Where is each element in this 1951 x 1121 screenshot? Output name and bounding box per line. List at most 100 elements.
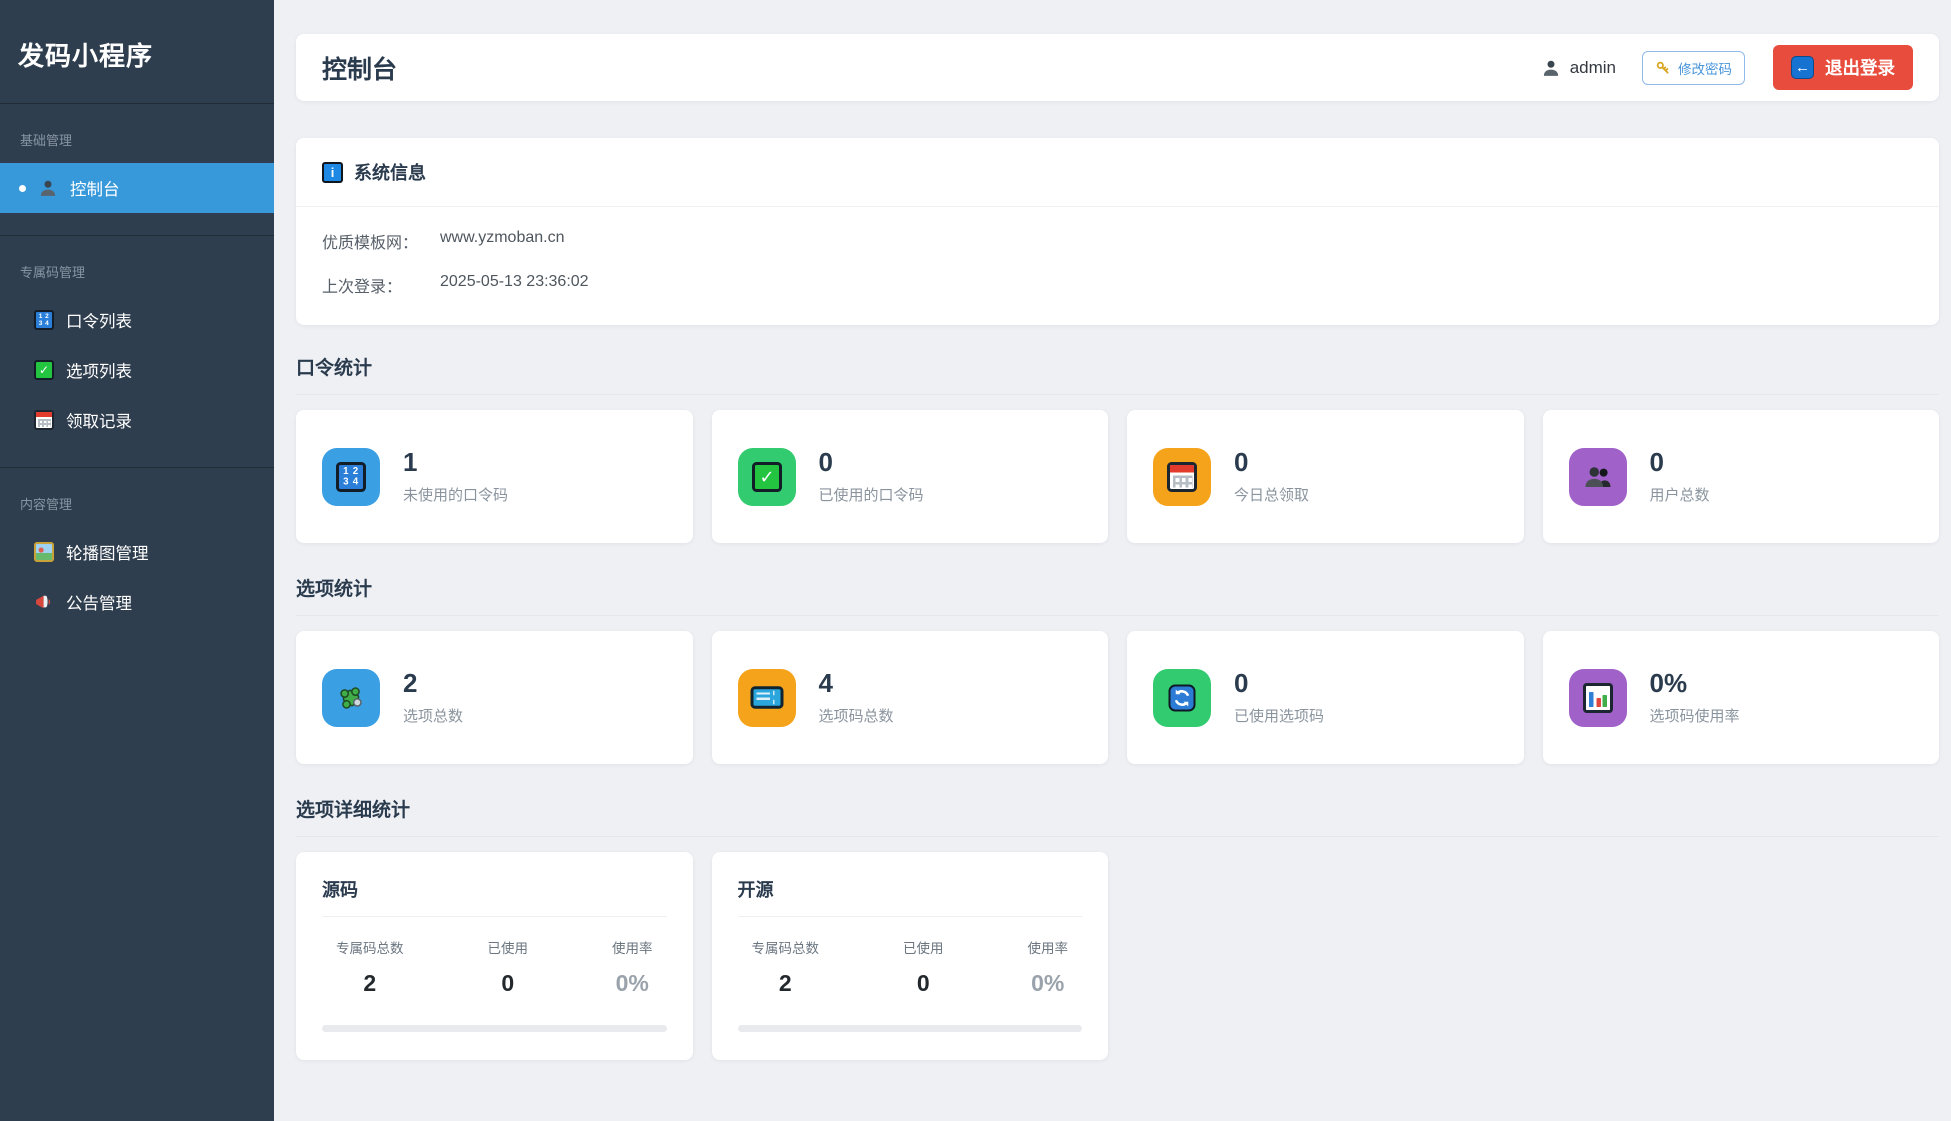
detail-col-value: 0% (615, 970, 649, 996)
sidebar-item-label: 口令列表 (66, 313, 132, 331)
detail-columns: 专属码总数 2 已使用 0 使用率 0% (738, 937, 1083, 997)
left-arrow-icon: ← (1791, 56, 1814, 79)
detail-col-label: 使用率 (1027, 941, 1069, 956)
section-heading-option-detail: 选项详细统计 (296, 795, 1939, 837)
sidebar-group-label: 基础管理 (20, 133, 73, 148)
system-info-card: i 系统信息 优质模板网： www.yzmoban.cn 上次登录： 2025-… (296, 138, 1939, 325)
sidebar-item-label: 领取记录 (66, 413, 132, 431)
app-title: 发码小程序 (18, 41, 154, 71)
detail-col-value: 0% (1031, 970, 1065, 996)
stat-value: 0 (1234, 667, 1249, 698)
stat-value: 0 (1649, 446, 1664, 477)
badge-orange (1153, 447, 1211, 506)
sidebar-item-label: 控制台 (70, 181, 120, 199)
sidebar-group-label: 内容管理 (20, 497, 73, 512)
sidebar-item-password-list[interactable]: 1 23 4 口令列表 (0, 295, 274, 345)
sidebar-item-label: 选项列表 (66, 363, 132, 381)
sidebar-item-label: 轮播图管理 (66, 545, 149, 563)
stat-card-unused-codes: 1 23 4 1 未使用的口令码 (296, 410, 693, 543)
stat-card-option-usage-rate: 0% 选项码使用率 (1542, 631, 1939, 764)
active-bullet-icon (19, 184, 26, 192)
system-info-title: 系统信息 (354, 163, 426, 183)
detail-column: 使用率 0% (1028, 937, 1069, 997)
detail-row: 源码 专属码总数 2 已使用 0 使用率 0% 开源 专属码总数 2 已使用 0… (296, 852, 1939, 1060)
system-info-header: i 系统信息 (296, 138, 1939, 207)
header-actions: admin 修改密码 ← 退出登录 (1541, 45, 1913, 90)
app-logo: 发码小程序 (0, 0, 274, 104)
sidebar-item-announcement-management[interactable]: 公告管理 (0, 577, 274, 627)
stat-label: 今日总领取 (1234, 486, 1310, 504)
stat-label: 已使用选项码 (1234, 707, 1325, 725)
badge-blue: 1 23 4 (322, 447, 380, 506)
stat-value: 0 (818, 446, 833, 477)
calendar-icon (34, 410, 54, 430)
sidebar-item-banner-management[interactable]: 轮播图管理 (0, 527, 274, 577)
detail-column: 使用率 0% (612, 937, 653, 997)
username: admin (1569, 57, 1616, 77)
sidebar-group-label: 专属码管理 (20, 265, 86, 280)
detail-card-title: 源码 (322, 876, 667, 917)
stat-label: 未使用的口令码 (403, 486, 509, 504)
detail-col-label: 专属码总数 (751, 941, 820, 956)
info-value: 2025-05-13 23:36:02 (440, 273, 589, 290)
detail-col-label: 专属码总数 (336, 941, 404, 956)
bar-chart-icon (1582, 682, 1613, 713)
sidebar-item-console[interactable]: 控制台 (0, 163, 274, 213)
stat-value: 1 (403, 446, 418, 477)
detail-column: 专属码总数 2 (752, 937, 820, 997)
check-mark-icon: ✓ (34, 360, 54, 380)
badge-orange (737, 668, 796, 727)
stat-label: 选项总数 (403, 707, 464, 725)
change-password-label: 修改密码 (1678, 61, 1732, 77)
logout-label: 退出登录 (1825, 58, 1895, 78)
detail-card-opensource: 开源 专属码总数 2 已使用 0 使用率 0% (711, 852, 1108, 1060)
sidebar-item-option-list[interactable]: ✓ 选项列表 (0, 345, 274, 395)
page-title: 控制台 (322, 55, 398, 84)
detail-col-value: 0 (501, 970, 515, 996)
sidebar-group-codes: 专属码管理 1 23 4 口令列表 ✓ 选项列表 领取记录 (0, 236, 274, 468)
info-row: 上次登录： 2025-05-13 23:36:02 (322, 273, 1913, 297)
sidebar-item-claim-records[interactable]: 领取记录 (0, 395, 274, 445)
refresh-icon (1167, 683, 1197, 713)
detail-col-value: 0 (916, 970, 930, 996)
current-user: admin (1541, 58, 1616, 78)
detail-col-value: 2 (778, 970, 792, 996)
people-icon (1583, 462, 1613, 492)
badge-purple (1568, 668, 1627, 727)
detail-col-label: 已使用 (903, 941, 944, 956)
badge-blue (322, 668, 380, 727)
sidebar-group-basic: 基础管理 控制台 (0, 104, 274, 236)
badge-purple (1568, 447, 1627, 506)
info-row: 优质模板网： www.yzmoban.cn (322, 229, 1913, 253)
header-bar: 控制台 admin 修改密码 ← 退出登录 (296, 34, 1939, 101)
stat-card-option-codes-total: 4 选项码总数 (711, 631, 1108, 764)
stat-row-password: 1 23 4 1 未使用的口令码 ✓ 0 已使用的口令码 0 今日总领取 0 用… (296, 410, 1939, 543)
stat-row-options: 2 选项总数 4 选项码总数 0 已使用选项码 0% 选项码使用率 (296, 631, 1939, 764)
progress-track (322, 1025, 667, 1032)
detail-col-value: 2 (363, 970, 377, 996)
sidebar: 发码小程序 基础管理 控制台 专属码管理 1 23 4 口令列表 ✓ 选项列表 … (0, 0, 274, 1121)
info-value: www.yzmoban.cn (440, 229, 565, 246)
detail-col-label: 已使用 (487, 941, 529, 956)
info-label: 优质模板网： (322, 235, 419, 252)
detail-columns: 专属码总数 2 已使用 0 使用率 0% (322, 937, 667, 997)
stat-label: 选项码总数 (818, 707, 894, 725)
detail-column: 已使用 0 (903, 937, 944, 997)
framed-picture-icon (34, 542, 54, 562)
logout-button[interactable]: ← 退出登录 (1773, 45, 1913, 90)
stat-card-today-claims: 0 今日总领取 (1127, 410, 1524, 543)
section-heading-password-stats: 口令统计 (296, 353, 1939, 395)
input-numbers-icon: 1 23 4 (34, 310, 54, 330)
megaphone-icon (34, 592, 54, 612)
calendar-icon (1167, 461, 1197, 492)
stat-label: 已使用的口令码 (818, 486, 924, 504)
puzzle-icon (336, 683, 366, 713)
badge-green: ✓ (737, 447, 796, 506)
person-icon (1541, 58, 1561, 78)
detail-column: 专属码总数 2 (336, 937, 404, 997)
section-heading-option-stats: 选项统计 (296, 574, 1939, 616)
sidebar-group-content: 内容管理 轮播图管理 公告管理 (0, 468, 274, 649)
change-password-button[interactable]: 修改密码 (1642, 50, 1745, 85)
key-icon (1655, 60, 1671, 76)
check-mark-icon: ✓ (751, 461, 782, 492)
